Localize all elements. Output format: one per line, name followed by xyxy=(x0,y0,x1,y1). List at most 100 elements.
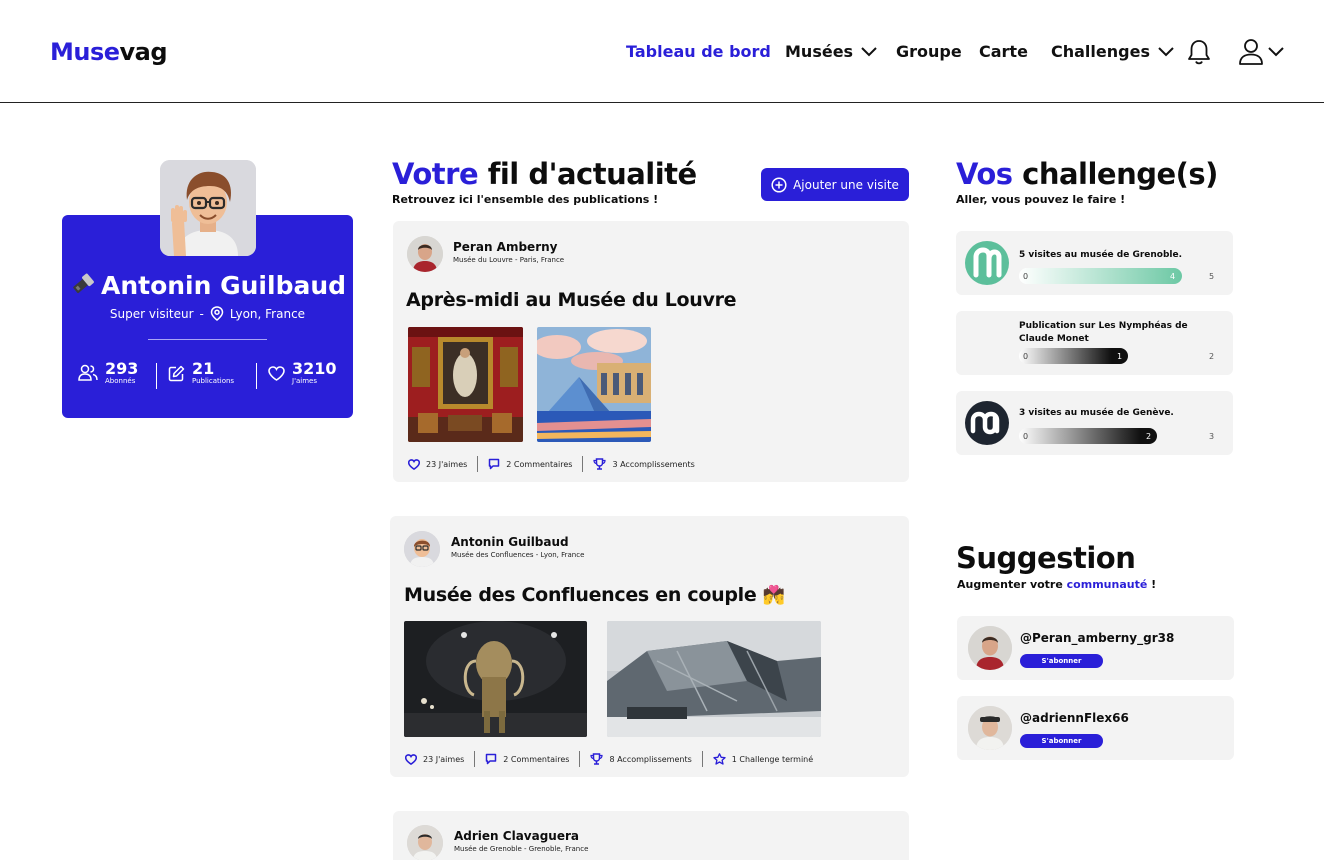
avatar[interactable] xyxy=(968,706,1012,750)
post-comments-label: 2 Commentaires xyxy=(506,459,573,469)
post-stats: 23 J'aimes 2 Commentaires 3 Accomplissem… xyxy=(408,456,705,472)
stat-followers[interactable]: 293 Abonnés xyxy=(78,360,138,386)
nav-challenges-label: Challenges xyxy=(1051,42,1150,61)
post-likes[interactable]: 23 J'aimes xyxy=(405,751,474,767)
post-place: Musée du Louvre - Paris, France xyxy=(453,256,565,264)
post-place: Musée de Grenoble - Grenoble, France xyxy=(454,845,589,853)
heart-icon xyxy=(405,753,417,765)
post-likes-label: 23 J'aimes xyxy=(423,754,465,764)
stat-followers-label: Abonnés xyxy=(105,377,136,385)
post-place: Musée des Confluences - Lyon, France xyxy=(451,551,585,559)
challenge-max: 3 xyxy=(1209,432,1215,441)
post-card: Adrien Clavaguera Musée de Grenoble - Gr… xyxy=(393,811,909,860)
post-image-confluences-building[interactable] xyxy=(607,621,821,737)
stat-likes-value: 3210 xyxy=(292,359,337,378)
post-achievements-label: 3 Accomplissements xyxy=(612,459,695,469)
challenges-title: Vos challenge(s) xyxy=(956,157,1218,191)
challenges-title-highlight: Vos xyxy=(956,157,1013,191)
heart-icon xyxy=(408,458,420,470)
post-comments[interactable]: 2 Commentaires xyxy=(477,456,582,472)
post-likes-label: 23 J'aimes xyxy=(426,459,468,469)
post-card: Antonin Guilbaud Musée des Confluences -… xyxy=(390,516,909,777)
suggestion-subtitle-pre: Augmenter votre xyxy=(957,578,1067,591)
challenge-current: 2 xyxy=(1146,432,1152,441)
profile-divider xyxy=(148,339,267,340)
post-image-louvre-gallery[interactable] xyxy=(408,327,523,442)
post-likes[interactable]: 23 J'aimes xyxy=(408,456,477,472)
comment-icon xyxy=(489,458,500,470)
post-image-louvre-pyramid[interactable] xyxy=(537,327,651,442)
post-comments[interactable]: 2 Commentaires xyxy=(474,751,579,767)
challenge-current: 4 xyxy=(1170,272,1176,281)
logo-part-vag: vag xyxy=(119,38,168,66)
stat-divider xyxy=(156,363,157,389)
couple-emoji: 💏 xyxy=(762,585,785,606)
avatar[interactable] xyxy=(407,236,443,272)
challenge-progress-bar xyxy=(1019,428,1157,444)
app-logo[interactable]: Musevag xyxy=(50,38,168,66)
stat-likes[interactable]: 3210 J'aimes xyxy=(268,360,337,386)
add-visit-label: Ajouter une visite xyxy=(793,177,899,192)
stat-publications[interactable]: 21 Publications xyxy=(168,360,234,386)
post-card: Peran Amberny Musée du Louvre - Paris, F… xyxy=(393,221,909,482)
top-header: Musevag Tableau de bord Musées Groupe Ca… xyxy=(0,0,1324,103)
challenge-card[interactable]: 5 visites au musée de Grenoble. 0 4 5 xyxy=(956,231,1233,295)
subscribe-button[interactable]: S'abonner xyxy=(1020,654,1103,668)
nav-museums[interactable]: Musées xyxy=(785,42,877,61)
plus-circle-icon xyxy=(771,176,787,193)
suggestion-subtitle: Augmenter votre communauté ! xyxy=(957,578,1156,591)
nav-dashboard[interactable]: Tableau de bord xyxy=(626,42,771,61)
challenge-min: 0 xyxy=(1023,352,1029,361)
suggestion-handle[interactable]: @Peran_amberny_gr38 xyxy=(1020,631,1174,645)
feed-title-highlight: Votre xyxy=(392,157,479,191)
avatar[interactable] xyxy=(968,626,1012,670)
post-author[interactable]: Peran Amberny xyxy=(453,240,557,254)
post-author[interactable]: Adrien Clavaguera xyxy=(454,829,579,843)
post-title: Après-midi au Musée du Louvre xyxy=(406,289,737,311)
challenge-title: 5 visites au musée de Grenoble. xyxy=(1019,250,1183,260)
post-title-row: Musée des Confluences en couple 💏 xyxy=(404,584,785,606)
subscribe-button[interactable]: S'abonner xyxy=(1020,734,1103,748)
stat-publications-value: 21 xyxy=(192,359,215,378)
stat-publications-label: Publications xyxy=(192,377,235,385)
suggestion-title: Suggestion xyxy=(956,541,1136,575)
challenge-min: 0 xyxy=(1023,272,1029,281)
star-icon xyxy=(713,753,726,765)
users-icon xyxy=(78,364,98,381)
challenge-max: 2 xyxy=(1209,352,1215,361)
suggestion-card: @adriennFlex66 S'abonner xyxy=(957,696,1234,760)
post-challenge[interactable]: 1 Challenge terminé xyxy=(701,751,823,767)
profile-name: Antonin Guilbaud xyxy=(100,271,347,300)
nav-group-label: Groupe xyxy=(896,42,962,61)
post-author[interactable]: Antonin Guilbaud xyxy=(451,535,569,549)
avatar[interactable] xyxy=(404,531,440,567)
challenge-max: 5 xyxy=(1209,272,1215,281)
nav-group[interactable]: Groupe xyxy=(896,42,962,61)
challenge-card[interactable]: 3 visites au musée de Genève. 0 2 3 xyxy=(956,391,1233,455)
challenge-card[interactable]: Publication sur Les Nymphéas de Claude M… xyxy=(956,311,1233,375)
user-menu[interactable] xyxy=(1238,38,1284,66)
nav-challenges[interactable]: Challenges xyxy=(1051,42,1174,61)
stat-divider xyxy=(256,363,257,389)
post-image-mammoth[interactable] xyxy=(404,621,587,737)
post-title: Musée des Confluences en couple xyxy=(404,584,757,606)
profile-avatar[interactable] xyxy=(160,160,256,256)
nav-map[interactable]: Carte xyxy=(979,42,1028,61)
feed-subtitle: Retrouvez ici l'ensemble des publication… xyxy=(392,193,659,206)
post-achievements-label: 8 Accomplissements xyxy=(609,754,692,764)
suggestion-subtitle-post: ! xyxy=(1147,578,1157,591)
location-pin-icon xyxy=(210,306,224,321)
avatar[interactable] xyxy=(407,825,443,860)
profile-location: Lyon, France xyxy=(229,306,306,321)
notifications-bell-icon[interactable] xyxy=(1186,38,1212,70)
profile-subtitle: Super visiteur - Lyon, France xyxy=(62,306,353,321)
post-achievements[interactable]: 8 Accomplissements xyxy=(579,751,701,767)
geneva-museum-logo-icon xyxy=(965,401,1009,445)
suggestion-handle[interactable]: @adriennFlex66 xyxy=(1020,711,1129,725)
stat-likes-label: J'aimes xyxy=(292,377,317,385)
post-achievements[interactable]: 3 Accomplissements xyxy=(582,456,704,472)
logo-part-muse: Muse xyxy=(50,38,120,66)
flashlight-icon xyxy=(73,273,94,294)
edit-icon xyxy=(168,365,185,381)
add-visit-button[interactable]: Ajouter une visite xyxy=(761,168,909,201)
